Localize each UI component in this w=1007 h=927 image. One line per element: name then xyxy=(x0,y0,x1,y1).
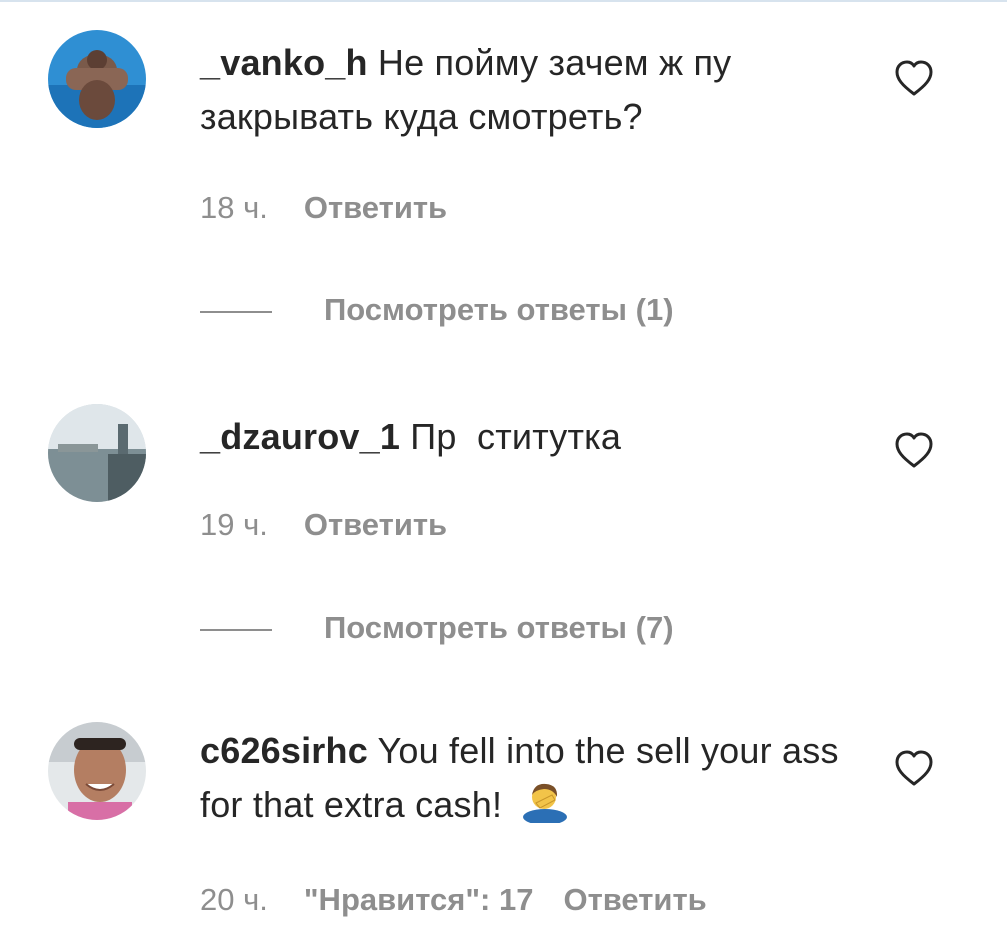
avatar[interactable] xyxy=(48,722,146,820)
replies-dash xyxy=(200,310,272,313)
comment-time[interactable]: 19 ч. xyxy=(200,507,268,543)
avatar[interactable] xyxy=(48,30,146,128)
comment-time[interactable]: 18 ч. xyxy=(200,190,268,226)
reply-button[interactable]: Ответить xyxy=(304,190,447,226)
comment-text-block: _vanko_h Не пойму зачем ж пу закрывать к… xyxy=(200,36,840,144)
view-replies-button[interactable]: Посмотреть ответы (1) xyxy=(200,292,674,328)
comment-username[interactable]: c626sirhc xyxy=(200,730,368,771)
likes-count[interactable]: "Нравится": 17 xyxy=(304,882,534,918)
reply-button[interactable]: Ответить xyxy=(304,507,447,543)
comment-text: Пр ститутка xyxy=(410,416,622,457)
comment-time[interactable]: 20 ч. xyxy=(200,882,268,918)
reply-button[interactable]: Ответить xyxy=(563,882,706,918)
comment-text-block: c626sirhc You fell into the sell your as… xyxy=(200,724,840,832)
view-replies-label: Посмотреть ответы (7) xyxy=(324,610,674,645)
avatar[interactable] xyxy=(48,404,146,502)
comment-text-block: _dzaurov_1 Пр ститутка xyxy=(200,410,840,464)
replies-dash xyxy=(200,628,272,631)
heart-icon[interactable] xyxy=(893,58,935,98)
heart-icon[interactable] xyxy=(893,430,935,470)
comment-username[interactable]: _vanko_h xyxy=(200,42,368,83)
top-divider xyxy=(0,0,1007,2)
comment-meta: 19 ч. Ответить xyxy=(200,507,447,543)
person-facepalming-emoji xyxy=(523,783,568,823)
view-replies-button[interactable]: Посмотреть ответы (7) xyxy=(200,610,674,646)
view-replies-label: Посмотреть ответы (1) xyxy=(324,292,674,327)
comment-meta: 20 ч. "Нравится": 17 Ответить xyxy=(200,882,707,918)
comment-username[interactable]: _dzaurov_1 xyxy=(200,416,400,457)
comment-meta: 18 ч. Ответить xyxy=(200,190,447,226)
heart-icon[interactable] xyxy=(893,748,935,788)
